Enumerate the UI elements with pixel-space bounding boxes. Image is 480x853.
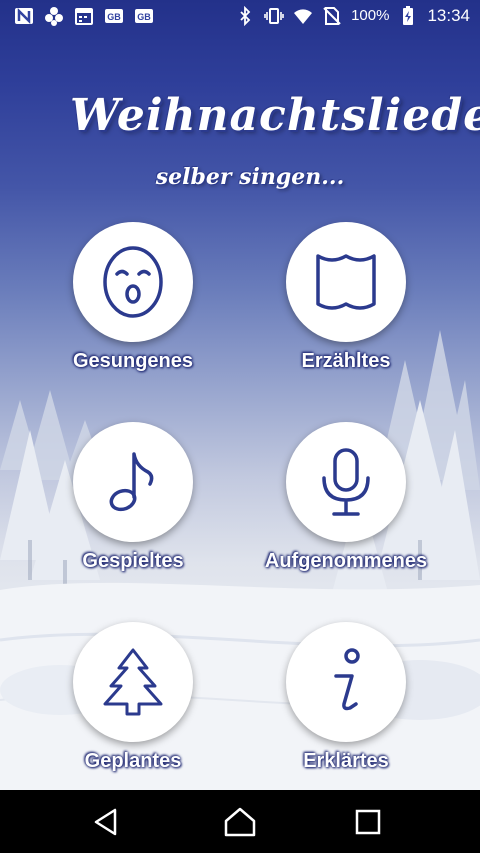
menu-item-gespieltes[interactable]: Gespieltes: [33, 422, 233, 592]
n-app-icon: [15, 7, 33, 25]
battery-percent: 100%: [351, 7, 390, 24]
vibrate-icon: [264, 8, 284, 24]
menu-item-gesungenes[interactable]: Gesungenes: [33, 222, 233, 392]
menu-item-label: Gespieltes: [82, 550, 184, 572]
clock: 13:34: [427, 6, 470, 25]
menu-item-aufgenommenes[interactable]: Aufgenommenes: [246, 422, 446, 592]
back-icon[interactable]: [89, 804, 125, 840]
menu-item-circle[interactable]: [73, 422, 193, 542]
svg-text:GB: GB: [137, 12, 151, 22]
title-main: Weihnachtslieder: [70, 90, 480, 141]
gb-news-icon: GB: [135, 9, 153, 23]
navigation-bar: [0, 790, 480, 853]
title-subtitle: selber singen...: [155, 164, 345, 190]
app-title: Weihnachtslieder selber singen...: [60, 80, 480, 210]
menu-item-label: Geplantes: [84, 750, 182, 772]
open-book-icon: [316, 254, 376, 310]
info-icon: [334, 648, 360, 711]
cluster-app-icon: [45, 7, 63, 26]
singing-face-icon: [103, 246, 163, 318]
menu-item-erklaertes[interactable]: Erklärtes: [246, 622, 446, 792]
menu-item-circle[interactable]: [286, 622, 406, 742]
calendar-icon: [75, 8, 93, 25]
menu-item-label: Erzähltes: [301, 350, 391, 372]
menu-item-circle[interactable]: [286, 422, 406, 542]
microphone-icon: [322, 448, 370, 516]
menu-item-circle[interactable]: [73, 222, 193, 342]
music-note-icon: [109, 452, 154, 512]
menu-item-label: Aufgenommenes: [264, 550, 428, 572]
wifi-icon: [294, 9, 313, 24]
battery-charging-icon: [403, 6, 414, 25]
bluetooth-icon: [240, 6, 251, 26]
home-icon[interactable]: [222, 804, 258, 840]
status-bar: GB GB 100% 13:34: [0, 0, 480, 33]
menu-item-geplantes[interactable]: Geplantes: [33, 622, 233, 792]
menu-item-label: Gesungenes: [72, 350, 194, 372]
menu-item-circle[interactable]: [73, 622, 193, 742]
no-sim-icon: [323, 7, 341, 25]
gb-news-icon: GB: [105, 9, 123, 23]
app-screen: GB GB 100% 13:34 Weihnachtslieder selber…: [0, 0, 480, 853]
menu-item-label: Erklärtes: [303, 750, 389, 772]
menu-item-erzaehltes[interactable]: Erzähltes: [246, 222, 446, 392]
recents-icon[interactable]: [350, 804, 386, 840]
svg-text:GB: GB: [107, 12, 121, 22]
christmas-tree-icon: [103, 648, 163, 716]
menu-item-circle[interactable]: [286, 222, 406, 342]
